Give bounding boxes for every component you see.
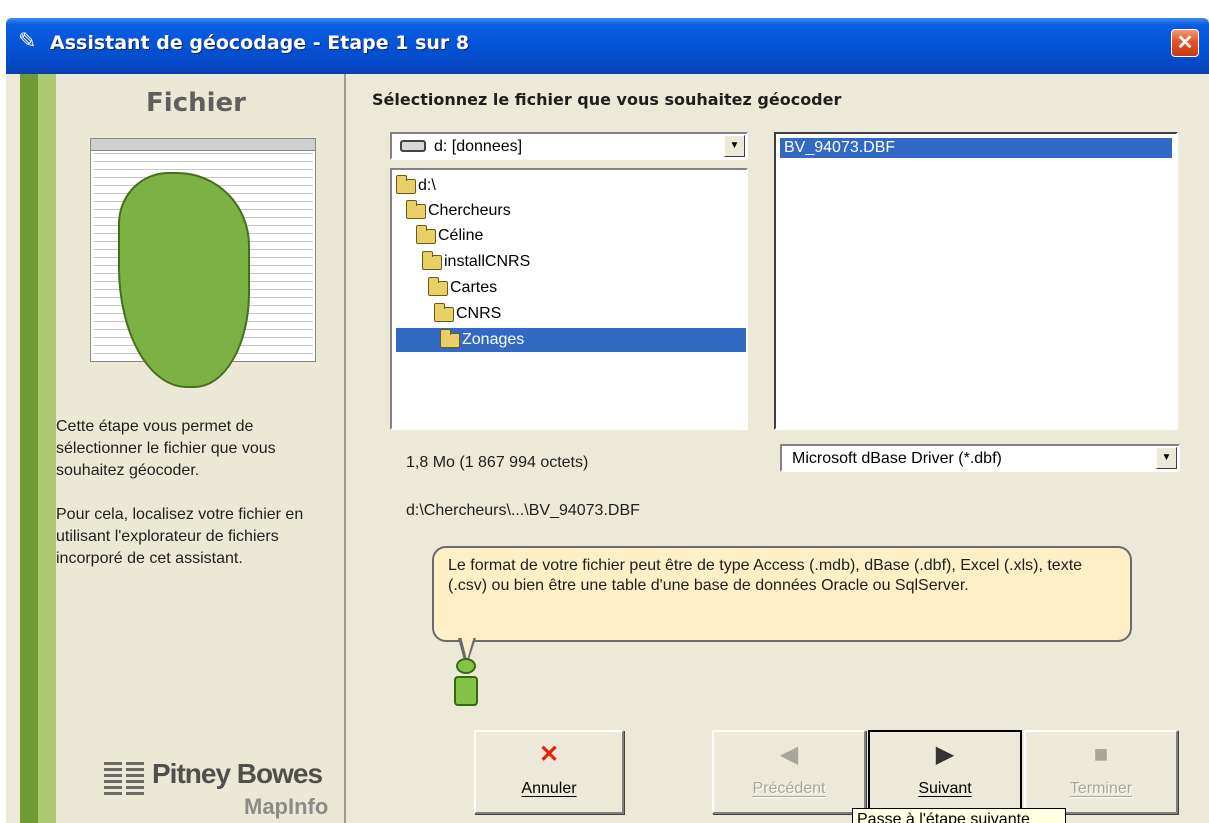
directory-label: installCNRS bbox=[444, 253, 531, 270]
directory-label: Céline bbox=[438, 227, 484, 244]
driver-value: Microsoft dBase Driver (*.dbf) bbox=[792, 450, 1002, 467]
cancel-button[interactable]: ✕ Annuler bbox=[474, 730, 624, 814]
directory-item[interactable]: Chercheurs bbox=[406, 199, 511, 223]
directory-item[interactable]: installCNRS bbox=[422, 250, 530, 274]
close-button[interactable]: ✕ bbox=[1171, 29, 1199, 57]
window-title: Assistant de géocodage - Etape 1 sur 8 bbox=[50, 32, 470, 54]
chevron-down-icon[interactable]: ▼ bbox=[1156, 447, 1177, 469]
folder-open-icon bbox=[406, 199, 426, 219]
folder-open-icon bbox=[440, 328, 460, 348]
previous-button[interactable]: ◀ Précédent bbox=[712, 730, 866, 814]
directory-label: Chercheurs bbox=[428, 202, 511, 219]
pitney-bowes-logo-icon bbox=[104, 762, 144, 796]
file-item-selected[interactable]: BV_94073.DBF bbox=[780, 138, 1172, 158]
arrow-right-icon: ▶ bbox=[935, 741, 955, 768]
wizard-window: ✎ Assistant de géocodage - Etape 1 sur 8… bbox=[6, 18, 1209, 823]
title-bar[interactable]: ✎ Assistant de géocodage - Etape 1 sur 8… bbox=[6, 18, 1209, 74]
red-x-icon: ✕ bbox=[538, 741, 560, 768]
next-button-tooltip: Passe à l'étape suivante bbox=[852, 808, 1066, 823]
drive-value: d: [donnees] bbox=[434, 138, 523, 155]
file-list[interactable]: BV_94073.DBF bbox=[774, 132, 1178, 430]
folder-open-icon bbox=[396, 174, 416, 194]
step-heading: Sélectionnez le fichier que vous souhait… bbox=[372, 90, 842, 109]
previous-button-label: Précédent bbox=[752, 780, 826, 797]
cancel-button-label: Annuler bbox=[521, 780, 577, 797]
left-info-panel: Fichier Cette étape vous permet de sélec… bbox=[56, 74, 344, 823]
description-paragraph-2: Pour cela, localisez votre fichier en ut… bbox=[56, 506, 304, 567]
logo-name: Pitney Bowes bbox=[152, 758, 323, 789]
decorative-strip-dark bbox=[20, 74, 38, 823]
next-button[interactable]: ▶ Suivant bbox=[868, 730, 1022, 814]
directory-label: Zonages bbox=[462, 331, 525, 348]
folder-open-icon bbox=[422, 250, 442, 270]
directory-label: Cartes bbox=[450, 279, 498, 296]
panel-description: Cette étape vous permet de sélectionner … bbox=[56, 416, 344, 592]
directory-item[interactable]: d:\ bbox=[396, 174, 436, 198]
directory-item-selected[interactable]: Zonages bbox=[396, 328, 746, 352]
folder-open-icon bbox=[434, 302, 454, 322]
directory-item[interactable]: CNRS bbox=[434, 302, 501, 326]
directory-tree[interactable]: d:\ Chercheurs Céline installCNRS Cartes… bbox=[390, 168, 748, 430]
info-person-icon bbox=[444, 658, 488, 708]
next-button-label: Suivant bbox=[918, 780, 972, 797]
wizard-wand-icon: ✎ bbox=[18, 28, 37, 53]
panel-divider bbox=[344, 74, 346, 823]
logo-subtitle: MapInfo bbox=[244, 794, 329, 819]
description-paragraph-1: Cette étape vous permet de sélectionner … bbox=[56, 418, 276, 479]
finish-button-label: Terminer bbox=[1069, 780, 1133, 797]
tip-bubble: Le format de votre fichier peut être de … bbox=[432, 546, 1132, 642]
directory-item[interactable]: Cartes bbox=[428, 276, 497, 300]
hard-drive-icon bbox=[400, 140, 426, 152]
square-stop-icon: ■ bbox=[1093, 741, 1109, 768]
directory-label: d:\ bbox=[418, 177, 436, 194]
france-map-illustration bbox=[82, 138, 322, 390]
pitney-bowes-logo: Pitney Bowes MapInfo bbox=[104, 758, 334, 819]
tip-text: Le format de votre fichier peut être de … bbox=[448, 557, 1083, 594]
directory-item[interactable]: Céline bbox=[416, 224, 483, 248]
file-path: d:\Chercheurs\...\BV_94073.DBF bbox=[406, 502, 640, 519]
drive-select[interactable]: d: [donnees] ▼ bbox=[390, 132, 748, 160]
folder-open-icon bbox=[416, 224, 436, 244]
panel-title: Fichier bbox=[146, 88, 246, 118]
finish-button[interactable]: ■ Terminer bbox=[1024, 730, 1178, 814]
folder-open-icon bbox=[428, 276, 448, 296]
directory-label: CNRS bbox=[456, 305, 502, 322]
chevron-down-icon[interactable]: ▼ bbox=[724, 135, 745, 157]
file-size: 1,8 Mo (1 867 994 octets) bbox=[406, 454, 589, 471]
decorative-strip-light bbox=[38, 74, 56, 823]
arrow-left-icon: ◀ bbox=[779, 741, 799, 768]
driver-select[interactable]: Microsoft dBase Driver (*.dbf) ▼ bbox=[780, 444, 1180, 472]
